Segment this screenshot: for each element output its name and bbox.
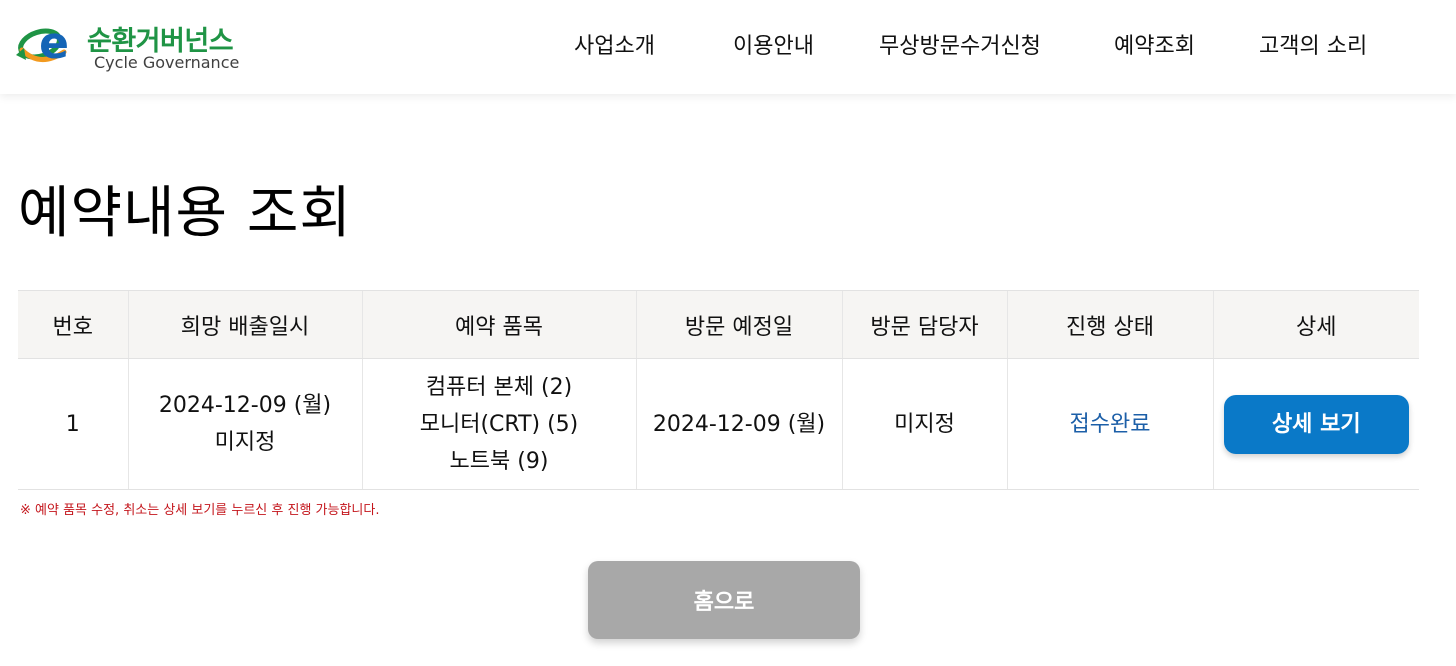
table-header-row: 번호 희망 배출일시 예약 품목 방문 예정일 방문 담당자 진행 상태 상세 [18,290,1419,359]
reservation-table: 번호 희망 배출일시 예약 품목 방문 예정일 방문 담당자 진행 상태 상세 … [18,290,1419,490]
cell-number: 1 [18,358,128,490]
cell-visit-date: 2024-12-09 (월) [635,358,842,490]
col-header-items: 예약 품목 [361,290,636,359]
view-detail-button[interactable]: 상세 보기 [1223,394,1409,454]
col-header-detail: 상세 [1212,290,1419,359]
cell-detail: 상세 보기 [1212,358,1419,490]
nav-item-free-pickup-request[interactable]: 무상방문수거신청 [879,28,1041,60]
nav-item-usage-guide[interactable]: 이용안내 [733,28,814,60]
nav-item-reservation-inquiry[interactable]: 예약조회 [1114,28,1195,60]
item-line: 컴퓨터 본체 (2) [425,374,573,400]
item-line: 모니터(CRT) (5) [419,411,579,437]
site-logo[interactable]: e 순환거버넌스 Cycle Governance [16,18,256,76]
nav-item-business-intro[interactable]: 사업소개 [574,28,655,60]
logo-e-icon: e [16,18,69,68]
svg-text:e: e [39,18,69,68]
site-header: e 순환거버넌스 Cycle Governance 사업소개 이용안내 무상방문… [0,0,1456,94]
desired-time: 미지정 [214,430,276,455]
logo-name-en: Cycle Governance [94,53,240,72]
nav-item-customer-voice[interactable]: 고객의 소리 [1259,28,1367,60]
page-title: 예약내용 조회 [18,181,352,246]
item-line: 노트북 (9) [449,448,549,474]
cell-status: 접수완료 [1006,358,1213,490]
desired-date: 2024-12-09 (월) [158,393,332,418]
cell-manager: 미지정 [841,358,1007,490]
table-row: 1 2024-12-09 (월) 미지정 컴퓨터 본체 (2) 모니터(CRT)… [18,358,1419,490]
edit-cancel-notice: ※ 예약 품목 수정, 취소는 상세 보기를 누르신 후 진행 가능합니다. [20,503,380,518]
col-header-visit-date: 방문 예정일 [635,290,842,359]
col-header-number: 번호 [18,290,128,359]
col-header-status: 진행 상태 [1006,290,1213,359]
cell-items: 컴퓨터 본체 (2) 모니터(CRT) (5) 노트북 (9) [361,358,636,490]
home-button[interactable]: 홈으로 [588,561,860,639]
col-header-desired-datetime: 희망 배출일시 [127,290,362,359]
col-header-manager: 방문 담당자 [841,290,1007,359]
cell-desired-datetime: 2024-12-09 (월) 미지정 [127,358,362,490]
status-link[interactable]: 접수완료 [1070,412,1151,437]
